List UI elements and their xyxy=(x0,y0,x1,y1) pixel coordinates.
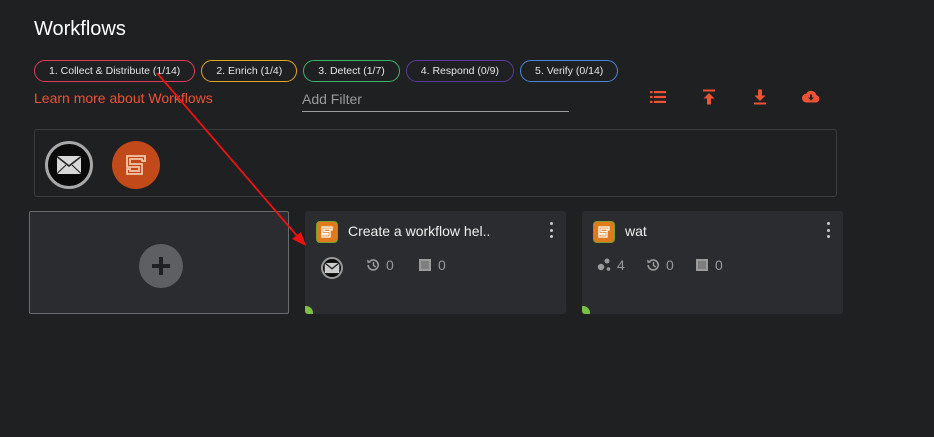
category-chips: 1. Collect & Distribute (1/14) 2. Enrich… xyxy=(34,60,619,82)
shuffle-logo-icon xyxy=(126,155,146,175)
cloud-download-button[interactable] xyxy=(801,88,821,106)
executions-stat: 0 xyxy=(365,257,394,273)
trigger-icon xyxy=(696,259,708,271)
executions-count: 0 xyxy=(386,257,394,273)
status-indicator xyxy=(305,306,313,314)
download-icon xyxy=(754,89,766,105)
executions-stat: 0 xyxy=(645,257,674,273)
chip-collect-distribute[interactable]: 1. Collect & Distribute (1/14) xyxy=(34,60,196,82)
shuffle-logo-icon xyxy=(593,221,615,243)
list-view-button[interactable] xyxy=(648,88,668,106)
email-app[interactable] xyxy=(45,141,93,189)
cloud-download-icon xyxy=(802,90,820,103)
chip-detect[interactable]: 3. Detect (1/7) xyxy=(303,60,400,82)
triggers-count: 0 xyxy=(715,257,723,273)
upload-button[interactable] xyxy=(699,88,719,106)
download-button[interactable] xyxy=(750,88,770,106)
toolbar xyxy=(648,88,852,106)
triggers-stat: 0 xyxy=(417,257,446,273)
executions-count: 0 xyxy=(666,257,674,273)
triggers-stat: 0 xyxy=(694,257,723,273)
more-options-icon[interactable] xyxy=(825,222,831,238)
add-filter-input[interactable] xyxy=(302,86,569,112)
chip-verify[interactable]: 5. Verify (0/14) xyxy=(520,60,619,82)
add-workflow-card[interactable] xyxy=(29,211,289,314)
shuffle-app[interactable] xyxy=(112,141,160,189)
apps-count: 4 xyxy=(617,257,625,273)
workflow-title[interactable]: wat xyxy=(625,223,647,239)
workflow-title[interactable]: Create a workflow hel.. xyxy=(348,223,490,239)
history-icon xyxy=(367,259,379,271)
status-indicator xyxy=(582,306,590,314)
trigger-icon xyxy=(419,259,431,271)
more-options-icon[interactable] xyxy=(548,222,554,238)
email-icon xyxy=(321,257,343,279)
plus-icon xyxy=(139,244,183,288)
list-icon xyxy=(650,91,666,103)
triggers-count: 0 xyxy=(438,257,446,273)
email-icon xyxy=(57,156,81,174)
page-title: Workflows xyxy=(34,18,126,40)
history-icon xyxy=(647,259,659,271)
shuffle-logo-icon xyxy=(316,221,338,243)
chip-enrich[interactable]: 2. Enrich (1/4) xyxy=(201,60,298,82)
workflow-card[interactable]: Create a workflow hel.. 0 0 xyxy=(305,211,566,314)
apps-stat: 4 xyxy=(596,257,625,273)
learn-more-link[interactable]: Learn more about Workflows xyxy=(34,90,213,106)
upload-icon xyxy=(703,89,715,105)
chip-respond[interactable]: 4. Respond (0/9) xyxy=(405,60,515,82)
workflow-app-stat xyxy=(321,257,343,279)
apps-icon xyxy=(597,258,611,271)
workflow-card[interactable]: wat 4 0 0 xyxy=(582,211,843,314)
app-bar xyxy=(34,129,837,197)
